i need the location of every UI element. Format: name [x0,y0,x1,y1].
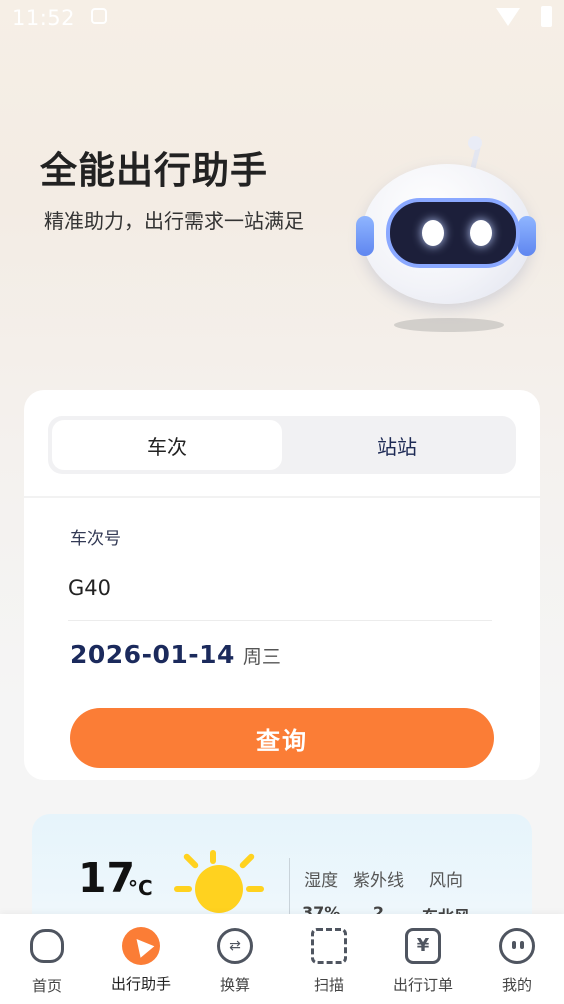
tab-scan[interactable]: 扫描 [284,926,374,995]
convert-icon: ⇄ [215,928,255,968]
status-time: 11:52 [12,6,76,30]
page-subtitle: 精准助力，出行需求一站满足 [44,209,304,233]
train-number-input[interactable] [68,568,492,608]
tab-convert[interactable]: ⇄ 换算 [190,926,280,995]
battery-icon [541,6,552,27]
tab-label: 我的 [501,976,532,994]
tab-train-number[interactable]: 车次 [52,420,282,470]
query-button[interactable]: 查询 [70,708,494,768]
tab-station-to-station[interactable]: 站站 [282,420,512,470]
tab-home[interactable]: 首页 [2,926,92,996]
paper-plane-icon [121,927,161,967]
tab-label: 首页 [31,977,62,995]
tab-travel-assistant[interactable]: 出行助手 [96,926,186,994]
temperature-unit: °C [128,876,153,900]
uv-label: 紫外线 [353,871,404,891]
scan-icon [309,928,349,968]
tab-profile[interactable]: 我的 [472,926,562,995]
wifi-icon [496,8,520,26]
search-card: 车次 站站 车次号 2026-01-14 周三 查询 [24,390,540,780]
tab-label: 出行助手 [110,975,171,993]
train-number-label: 车次号 [70,529,121,549]
temperature-value: 17 [78,854,136,902]
date-value: 2026-01-14 [70,640,235,669]
wind-label: 风向 [429,871,463,891]
divider [68,620,492,621]
bottom-tab-bar: 首页 出行助手 ⇄ 换算 扫描 ¥ 出行订单 我的 [0,914,564,1004]
page-title: 全能出行助手 [40,149,268,192]
status-bar: 11:52 [0,0,564,38]
divider [289,858,290,918]
date-weekday: 周三 [242,646,281,668]
face-icon [497,928,537,968]
yen-icon: ¥ [403,928,443,968]
robot-mascot-icon [356,136,540,336]
tab-orders[interactable]: ¥ 出行订单 [378,926,468,995]
divider [24,496,540,498]
tab-label: 出行订单 [392,976,453,994]
humidity-label: 湿度 [304,871,339,891]
tab-label: 扫描 [313,976,344,994]
search-mode-switch: 车次 站站 [48,416,516,474]
home-icon [27,929,67,969]
tab-label: 换算 [219,976,250,994]
notification-icon [91,8,107,24]
date-picker[interactable]: 2026-01-14 周三 [70,640,281,669]
